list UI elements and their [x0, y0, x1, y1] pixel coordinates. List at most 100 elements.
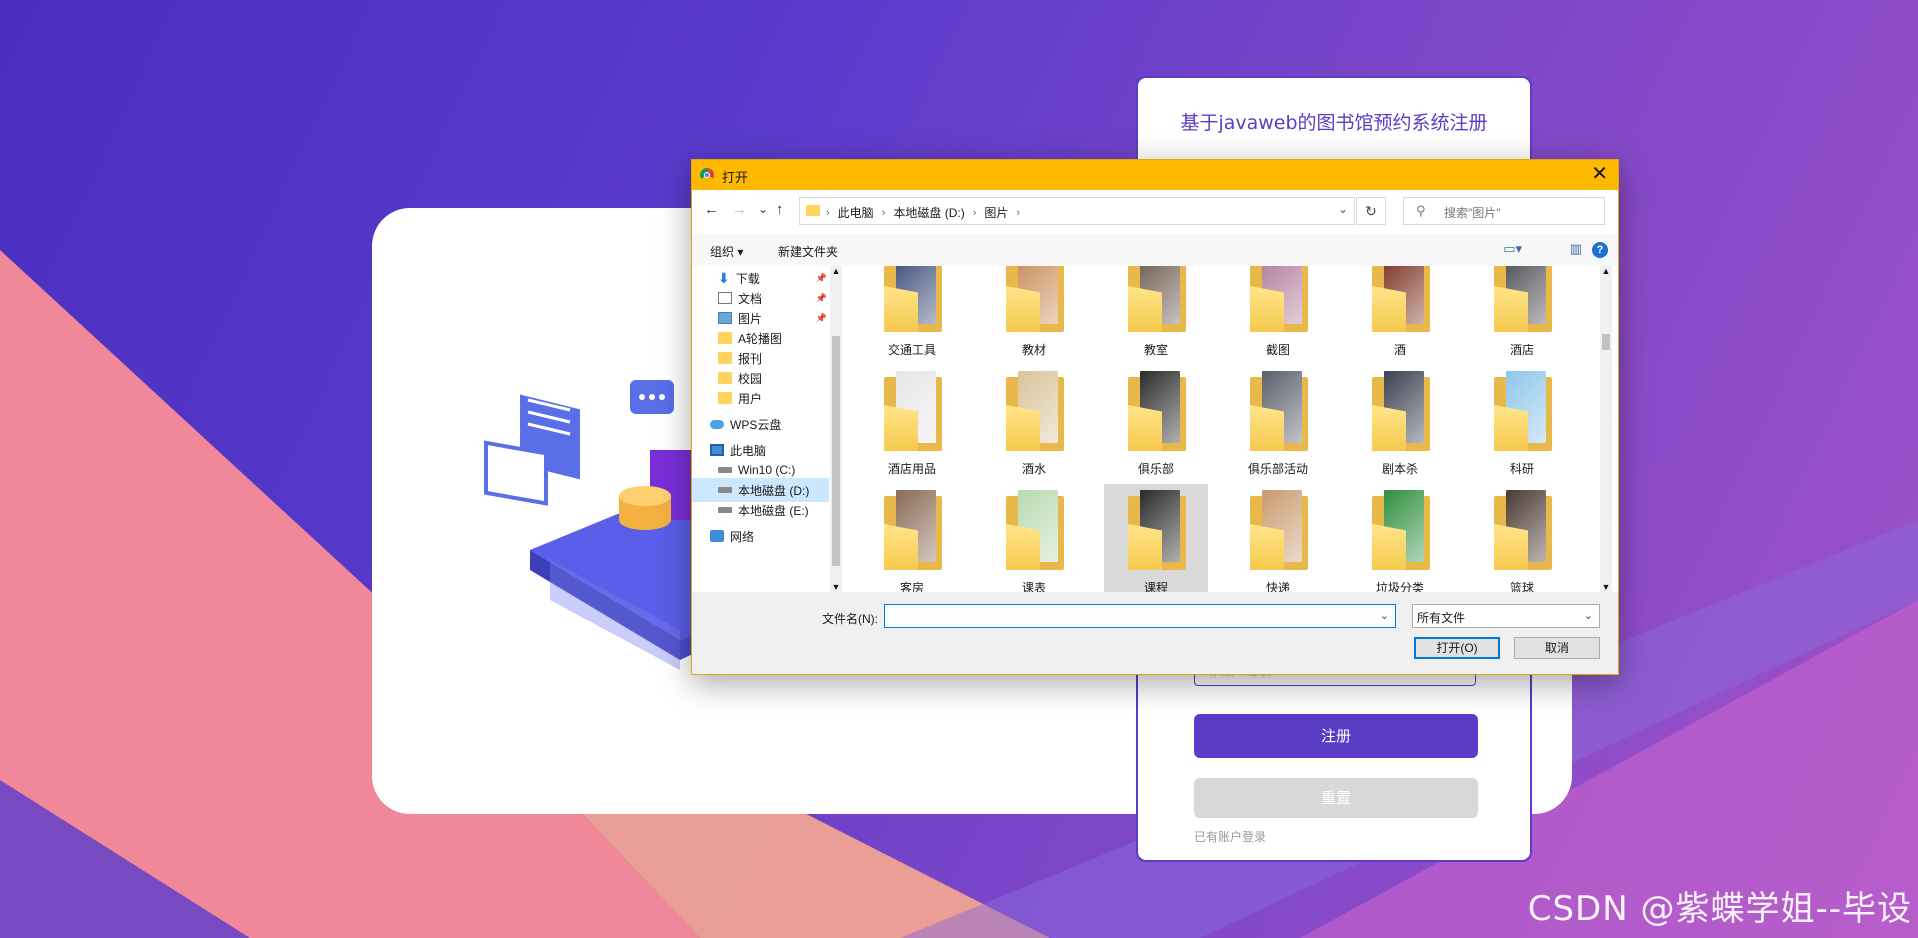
folder-tile[interactable]: 篮球 [1470, 484, 1574, 592]
nav-item[interactable]: 用户 [692, 386, 829, 410]
folder-tile[interactable]: 剧本杀 [1348, 365, 1452, 483]
folder-tile[interactable]: 俱乐部活动 [1226, 365, 1330, 483]
folder-tile[interactable]: 交通工具 [860, 266, 964, 364]
breadcrumb-this-pc[interactable]: 此电脑 [838, 204, 874, 221]
forward-icon[interactable]: → [732, 201, 747, 218]
folder-name: 教室 [1143, 343, 1168, 357]
folder-icon [1372, 490, 1430, 570]
help-icon[interactable]: ? [1592, 242, 1608, 258]
organize-button[interactable]: 组织 ▾ [710, 243, 743, 260]
breadcrumb: › 此电脑 › 本地磁盘 (D:) › 图片 › [826, 204, 1020, 221]
view-options-icon[interactable]: ▭▾ [1503, 241, 1522, 257]
folder-name: 俱乐部 [1137, 462, 1174, 476]
folder-tile[interactable]: 客房 [860, 484, 964, 592]
nav-item[interactable]: 网络 [692, 524, 829, 548]
register-button[interactable]: 注册 [1194, 714, 1478, 758]
folder-name: 截图 [1265, 343, 1290, 357]
pin-icon: 📌 [815, 312, 827, 323]
reset-button[interactable]: 重置 [1194, 778, 1478, 818]
cloud-icon [710, 419, 724, 429]
dialog-footer: 文件名(N): ⌄ 所有文件 ⌄ 打开(O) 取消 [692, 592, 1618, 674]
folder-tile[interactable]: 截图 [1226, 266, 1330, 364]
folder-icon [1006, 266, 1064, 332]
nav-item-label: 此电脑 [730, 443, 767, 458]
folder-tile[interactable]: 课程 [1104, 484, 1208, 592]
close-icon[interactable]: ✕ [1591, 163, 1608, 185]
folder-icon [884, 266, 942, 332]
watermark: CSDN @紫蝶学姐--毕设 [1527, 889, 1912, 929]
dialog-title: 打开 [722, 170, 749, 185]
scroll-down-icon[interactable]: ▼ [1600, 582, 1612, 592]
pictures-icon [718, 312, 732, 324]
open-button[interactable]: 打开(O) [1414, 637, 1500, 659]
folder-tile[interactable]: 教室 [1104, 266, 1208, 364]
files-scrollbar[interactable]: ▲ ▼ [1600, 266, 1612, 592]
folder-tile[interactable]: 酒店 [1470, 266, 1574, 364]
address-bar[interactable]: › 此电脑 › 本地磁盘 (D:) › 图片 › ⌄ [799, 197, 1355, 225]
recent-locations-icon[interactable]: ⌄ [758, 202, 768, 216]
nav-item-label: 文档 [738, 291, 763, 306]
new-folder-button[interactable]: 新建文件夹 [778, 243, 838, 260]
folder-icon [1006, 371, 1064, 451]
drive-icon [718, 467, 732, 473]
folder-icon [1372, 266, 1430, 332]
nav-item-label: 网络 [730, 529, 755, 544]
folder-name: 课表 [1021, 581, 1046, 592]
folder-tile[interactable]: 教材 [982, 266, 1086, 364]
folder-tile[interactable]: 酒水 [982, 365, 1086, 483]
cancel-button[interactable]: 取消 [1514, 637, 1600, 659]
login-link[interactable]: 已有账户登录 [1194, 828, 1266, 845]
file-list: 交通工具 教材 教室 截图 酒 酒店酒店用品 酒水 俱乐部 俱乐部活动 剧本杀 科研客房 课表 课程 快递… [846, 266, 1598, 592]
scroll-thumb[interactable] [1602, 334, 1610, 350]
command-bar: 组织 ▾ 新建文件夹 ▭▾ ▥ ? [692, 234, 1618, 266]
folder-tile[interactable]: 科研 [1470, 365, 1574, 483]
chevron-right-icon: › [972, 206, 977, 219]
file-name-input[interactable]: ⌄ [884, 604, 1396, 628]
folder-tile[interactable]: 酒 [1348, 266, 1452, 364]
folder-name: 交通工具 [887, 343, 936, 357]
nav-item[interactable]: WPS云盘 [692, 412, 829, 436]
folder-tile[interactable]: 垃圾分类 [1348, 484, 1452, 592]
nav-item-label: 本地磁盘 (E:) [738, 503, 809, 518]
nav-scrollbar[interactable]: ▲ ▼ [830, 266, 842, 592]
breadcrumb-drive-d[interactable]: 本地磁盘 (D:) [893, 204, 964, 221]
download-icon: ⬇ [718, 269, 730, 286]
nav-item-label: WPS云盘 [730, 417, 782, 432]
nav-item[interactable]: 本地磁盘 (E:) [692, 498, 829, 522]
back-icon[interactable]: ← [704, 201, 719, 218]
folder-icon [1250, 490, 1308, 570]
scroll-up-icon[interactable]: ▲ [1600, 266, 1612, 276]
chevron-down-icon[interactable]: ⌄ [1338, 202, 1348, 216]
nav-item-label: 图片 [738, 311, 763, 326]
folder-tile[interactable]: 课表 [982, 484, 1086, 592]
folder-icon [1006, 490, 1064, 570]
folder-name: 科研 [1509, 462, 1534, 476]
nav-item-label: 下载 [735, 271, 760, 286]
breadcrumb-pictures[interactable]: 图片 [984, 204, 1008, 221]
navigation-pane: ⬇ 下载 📌 文档 📌 图片 📌 A轮播图 报刊 校园 用户 WPS云盘 此电脑 Win10 (C:) 本地… [692, 266, 842, 592]
folder-tile[interactable]: 俱乐部 [1104, 365, 1208, 483]
dialog-titlebar[interactable]: 打开 ✕ [692, 160, 1618, 190]
scroll-down-icon[interactable]: ▼ [830, 582, 842, 592]
search-input[interactable]: ⚲ 搜索"图片" [1403, 197, 1605, 225]
folder-name: 酒店用品 [887, 462, 936, 476]
folder-icon [1128, 490, 1186, 570]
folder-tile[interactable]: 快递 [1226, 484, 1330, 592]
scroll-thumb[interactable] [832, 336, 840, 566]
folder-tile[interactable]: 酒店用品 [860, 365, 964, 483]
preview-pane-icon[interactable]: ▥ [1570, 241, 1582, 257]
refresh-button[interactable]: ↻ [1356, 197, 1386, 225]
up-icon[interactable]: ↑ [776, 201, 784, 218]
folder-name: 酒水 [1021, 462, 1046, 476]
navigation-bar: ← → ⌄ ↑ › 此电脑 › 本地磁盘 (D:) › 图片 › ⌄ ↻ ⚲ 搜… [692, 190, 1618, 234]
folder-icon [1494, 371, 1552, 451]
scroll-up-icon[interactable]: ▲ [830, 266, 842, 276]
folder-icon [1494, 266, 1552, 332]
chevron-down-icon[interactable]: ⌄ [1380, 609, 1389, 622]
file-open-dialog: 打开 ✕ ← → ⌄ ↑ › 此电脑 › 本地磁盘 (D:) › 图片 › ⌄ … [691, 159, 1619, 675]
folder-name: 快递 [1265, 581, 1290, 592]
folder-name: 酒 [1393, 343, 1406, 357]
chrome-icon [700, 168, 714, 182]
file-type-select[interactable]: 所有文件 ⌄ [1412, 604, 1600, 628]
chevron-right-icon: › [826, 206, 830, 219]
